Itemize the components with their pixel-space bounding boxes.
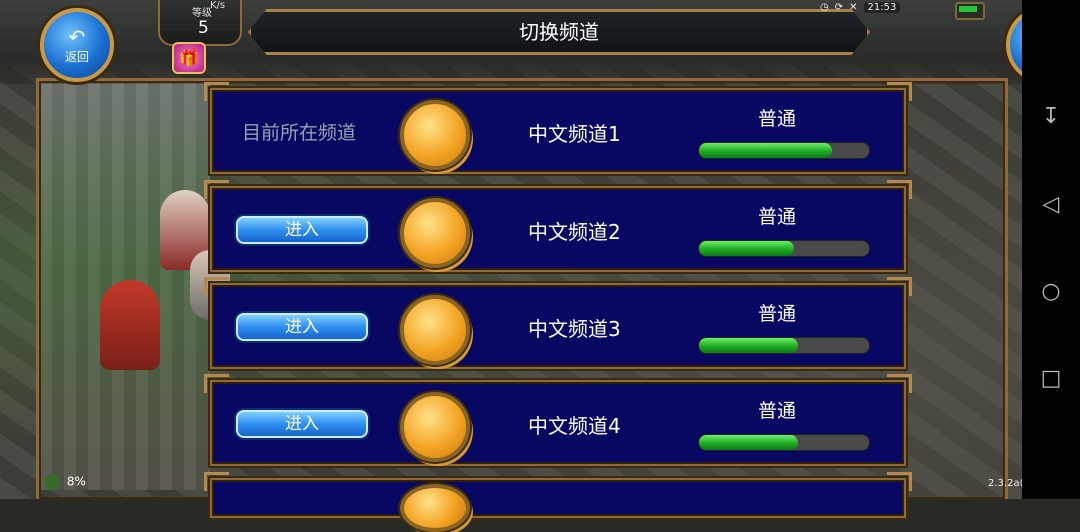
- channel-name: 中文频道3: [528, 317, 621, 341]
- load-bar-fill: [699, 435, 798, 450]
- load-bar-fill: [699, 143, 832, 158]
- channel-row: 进入 中文频道4 普通: [204, 374, 906, 466]
- page-title: 切换频道: [248, 9, 870, 55]
- level-badge: 等级 5: [158, 0, 242, 46]
- recents-square-icon[interactable]: □: [1036, 364, 1066, 394]
- coin-icon: [400, 392, 470, 462]
- channel-name: 中文频道4: [528, 414, 621, 438]
- channel-row-partial: [204, 472, 906, 532]
- load-status-label: 普通: [758, 400, 797, 422]
- channel-row: 进入 中文频道3 普通: [204, 277, 906, 369]
- alarm-icon: ◷: [820, 1, 829, 13]
- load-bar: [698, 142, 870, 159]
- android-navbar: ↧ ◁ ○ □: [1022, 0, 1080, 499]
- load-bar: [698, 240, 870, 257]
- clock-time: 21:53: [863, 1, 901, 13]
- load-bar: [698, 337, 870, 354]
- channel-row: 目前所在频道 中文频道1 普通: [204, 82, 906, 174]
- return-arrow-icon: ↶: [68, 24, 86, 49]
- load-bar-fill: [699, 338, 798, 353]
- back-button-label: 返回: [64, 49, 89, 64]
- coin-icon: [400, 484, 470, 532]
- load-status-label: 普通: [758, 303, 797, 325]
- load-status-label: 普通: [758, 206, 797, 228]
- level-value: 5: [198, 18, 209, 38]
- channel-row: 进入 中文频道2 普通: [204, 180, 906, 272]
- fps-indicator: 8%: [44, 474, 86, 490]
- enter-channel-button[interactable]: 进入: [236, 410, 368, 438]
- channel-list: 目前所在频道 中文频道1 普通 进入 中文频道2 普通 进入 中文频道3 普通 …: [204, 82, 910, 532]
- battery-icon: [955, 2, 985, 20]
- enter-channel-button[interactable]: 进入: [236, 313, 368, 341]
- load-bar-fill: [699, 241, 795, 256]
- gift-icon[interactable]: 🎁: [172, 42, 206, 74]
- coin-icon: [400, 100, 470, 170]
- current-channel-text: 目前所在频道: [242, 122, 357, 144]
- pull-down-icon[interactable]: ↧: [1036, 102, 1066, 132]
- sync-icon: ⟳: [834, 1, 844, 13]
- wifi-off-icon: ✕: [849, 1, 858, 13]
- channel-name: 中文频道1: [528, 122, 621, 146]
- coin-icon: [400, 295, 470, 365]
- coin-icon: [400, 198, 470, 268]
- net-speed: K/s: [210, 0, 226, 11]
- performance-icon: [44, 474, 60, 490]
- level-label: 等级: [192, 8, 212, 19]
- channel-name: 中文频道2: [528, 220, 621, 244]
- load-bar: [698, 434, 870, 451]
- home-circle-icon[interactable]: ○: [1036, 277, 1066, 307]
- enter-channel-button[interactable]: 进入: [236, 216, 368, 244]
- load-status-label: 普通: [758, 108, 797, 130]
- back-triangle-icon[interactable]: ◁: [1036, 190, 1066, 220]
- back-button[interactable]: ↶ 返回: [40, 8, 114, 82]
- status-bar: ◷ ⟳ ✕ 21:53: [820, 0, 901, 14]
- fps-percent: 8%: [66, 474, 86, 489]
